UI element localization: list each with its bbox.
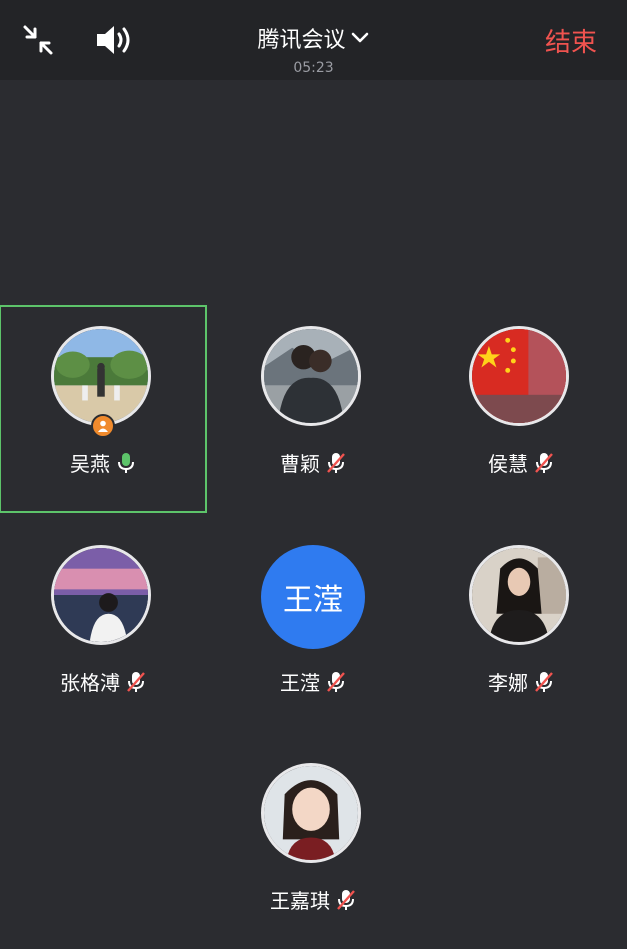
participant-name-row: 吴燕 xyxy=(0,448,206,477)
participant-tile-2[interactable]: 曹颖 xyxy=(210,306,416,512)
meeting-title-dropdown[interactable]: 腾讯会议 xyxy=(257,22,369,54)
participant-tile-6[interactable]: 李娜 xyxy=(418,525,624,731)
mic-muted-icon xyxy=(534,451,554,475)
top-bar: 腾讯会议 05:23 结束 xyxy=(0,0,627,80)
avatar xyxy=(261,763,361,863)
avatar xyxy=(261,326,361,426)
mic-muted-icon xyxy=(534,670,554,694)
participant-name: 王嘉琪 xyxy=(270,889,330,913)
participant-name-row: 曹颖 xyxy=(210,448,416,477)
participant-tile-1[interactable]: 吴燕 xyxy=(0,305,207,513)
participant-name-row: 张格溥 xyxy=(0,667,206,696)
participant-name: 李娜 xyxy=(488,671,528,695)
mic-muted-icon xyxy=(126,670,146,694)
mic-muted-icon xyxy=(326,451,346,475)
avatar xyxy=(51,545,151,645)
participant-name-row: 侯慧 xyxy=(418,448,624,477)
avatar xyxy=(469,545,569,645)
avatar-initials: 王滢 xyxy=(261,545,365,649)
participant-tile-4[interactable]: 张格溥 xyxy=(0,525,206,731)
participant-name-row: 王嘉琪 xyxy=(210,885,416,914)
participant-name: 张格溥 xyxy=(60,671,120,695)
participant-tile-5[interactable]: 王滢 王滢 xyxy=(210,525,416,731)
avatar xyxy=(469,326,569,426)
participant-tile-7[interactable]: 王嘉琪 xyxy=(210,743,416,949)
participant-name-row: 王滢 xyxy=(210,667,416,696)
participant-name: 吴燕 xyxy=(70,452,110,476)
host-icon xyxy=(91,414,115,438)
participant-name: 王滢 xyxy=(280,671,320,695)
mic-on-icon xyxy=(116,451,136,475)
avatar xyxy=(51,326,151,426)
meeting-title-area: 腾讯会议 05:23 xyxy=(0,22,627,76)
participant-tile-3[interactable]: 侯慧 xyxy=(418,306,624,512)
chevron-down-icon xyxy=(350,26,370,51)
participant-name: 曹颖 xyxy=(280,452,320,476)
mic-muted-icon xyxy=(326,670,346,694)
mic-muted-icon xyxy=(336,888,356,912)
meeting-timer: 05:23 xyxy=(293,60,334,76)
meeting-title: 腾讯会议 xyxy=(257,28,346,53)
participant-name-row: 李娜 xyxy=(418,667,624,696)
participant-name: 侯慧 xyxy=(488,452,528,476)
end-meeting-button[interactable]: 结束 xyxy=(545,22,597,59)
